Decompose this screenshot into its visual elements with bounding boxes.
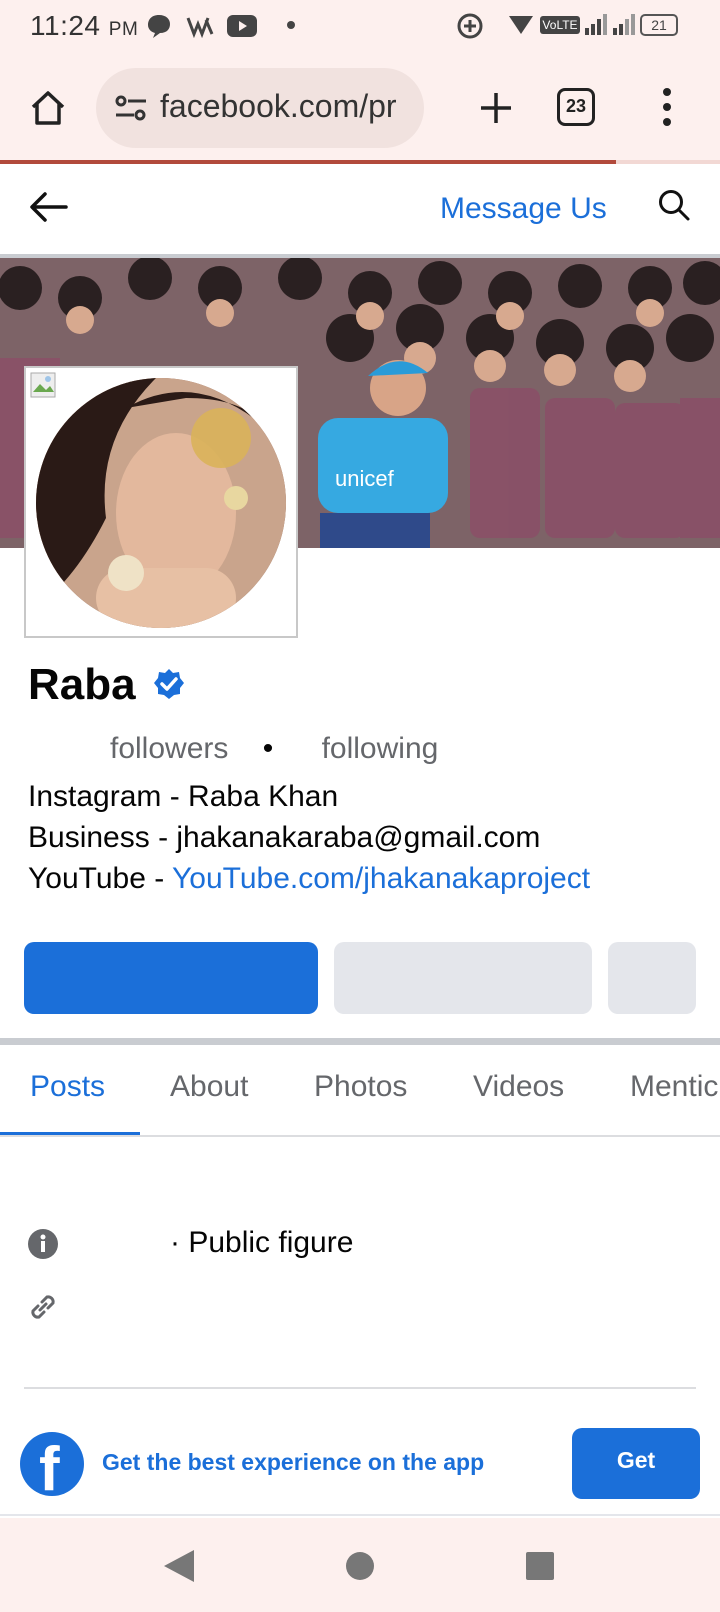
followers-link[interactable]: followers: [110, 732, 228, 765]
site-settings-icon[interactable]: [114, 94, 148, 122]
status-time: 11:24 PM: [30, 10, 138, 42]
system-navigation-bar: [0, 1518, 720, 1612]
bio-line-business: Business - jhakanakaraba@gmail.com: [28, 821, 541, 854]
wifi-calling-icon: [186, 17, 214, 38]
section-divider: [0, 1038, 720, 1045]
tab-about[interactable]: About: [170, 1070, 248, 1104]
tab-mentions[interactable]: Mentic: [630, 1070, 718, 1104]
back-arrow-icon[interactable]: [28, 190, 70, 224]
verified-badge-icon: [154, 669, 184, 699]
signal-strength-icon: [585, 14, 607, 35]
bio-youtube-prefix: YouTube -: [28, 862, 173, 895]
url-text[interactable]: facebook.com/pr: [160, 88, 410, 125]
tabs-divider: [0, 1135, 720, 1137]
followers-separator: •: [262, 732, 274, 765]
bio-line-instagram: Instagram - Raba Khan: [28, 780, 339, 813]
secondary-action-button[interactable]: [334, 942, 592, 1014]
bio-line-youtube: YouTube - YouTube.com/jhakanakaproject: [28, 862, 590, 896]
address-bar[interactable]: facebook.com/pr: [96, 68, 424, 148]
primary-action-button[interactable]: [24, 942, 318, 1014]
info-icon: [28, 1229, 58, 1259]
svg-text:unicef: unicef: [335, 466, 395, 491]
profile-photo: [36, 378, 286, 628]
broken-image-icon: [30, 372, 56, 398]
data-saver-icon: [457, 13, 483, 39]
link-icon: [31, 1295, 55, 1319]
intro-divider: [24, 1387, 696, 1389]
more-notifications-icon: [287, 21, 295, 29]
app-banner-text[interactable]: Get the best experience on the app: [102, 1449, 484, 1476]
tab-posts[interactable]: Posts: [30, 1070, 105, 1104]
tab-photos[interactable]: Photos: [314, 1070, 407, 1104]
banner-divider: [0, 1514, 720, 1516]
status-bar: 11:24 PM VoLTE 21: [0, 0, 720, 56]
battery-level: 21: [651, 17, 667, 33]
nav-recents-icon[interactable]: [524, 1550, 556, 1582]
more-actions-button[interactable]: [608, 942, 696, 1014]
page-name: Raba: [28, 660, 136, 709]
followers-row: followers • following: [110, 732, 438, 766]
menu-dots-icon[interactable]: [660, 86, 674, 130]
message-us-button[interactable]: Message Us: [440, 192, 607, 226]
volte-badge: VoLTE: [540, 16, 580, 34]
profile-picture-frame[interactable]: [24, 366, 298, 638]
nav-home-icon[interactable]: [344, 1550, 376, 1582]
hotspot-signal-icon: [509, 16, 533, 34]
new-tab-icon[interactable]: [476, 88, 516, 128]
tab-videos[interactable]: Videos: [473, 1070, 564, 1104]
get-app-button[interactable]: Get: [572, 1428, 700, 1499]
search-icon[interactable]: [657, 188, 691, 222]
youtube-link[interactable]: YouTube.com/jhakanakaproject: [172, 862, 590, 895]
category-text: · Public figure: [170, 1226, 354, 1259]
nav-back-icon[interactable]: [162, 1548, 196, 1584]
page-header: [0, 164, 720, 256]
status-ampm: PM: [108, 19, 139, 40]
facebook-logo-icon: f: [20, 1432, 84, 1496]
status-time-value: 11:24: [30, 10, 101, 41]
following-link[interactable]: following: [322, 732, 439, 765]
battery-icon: 21: [640, 14, 678, 36]
signal-strength-2-icon: [613, 14, 635, 35]
chat-bubble-icon: [148, 15, 170, 38]
tab-switcher-button[interactable]: 23: [557, 88, 595, 126]
home-icon[interactable]: [28, 88, 68, 128]
youtube-icon: [227, 15, 257, 37]
